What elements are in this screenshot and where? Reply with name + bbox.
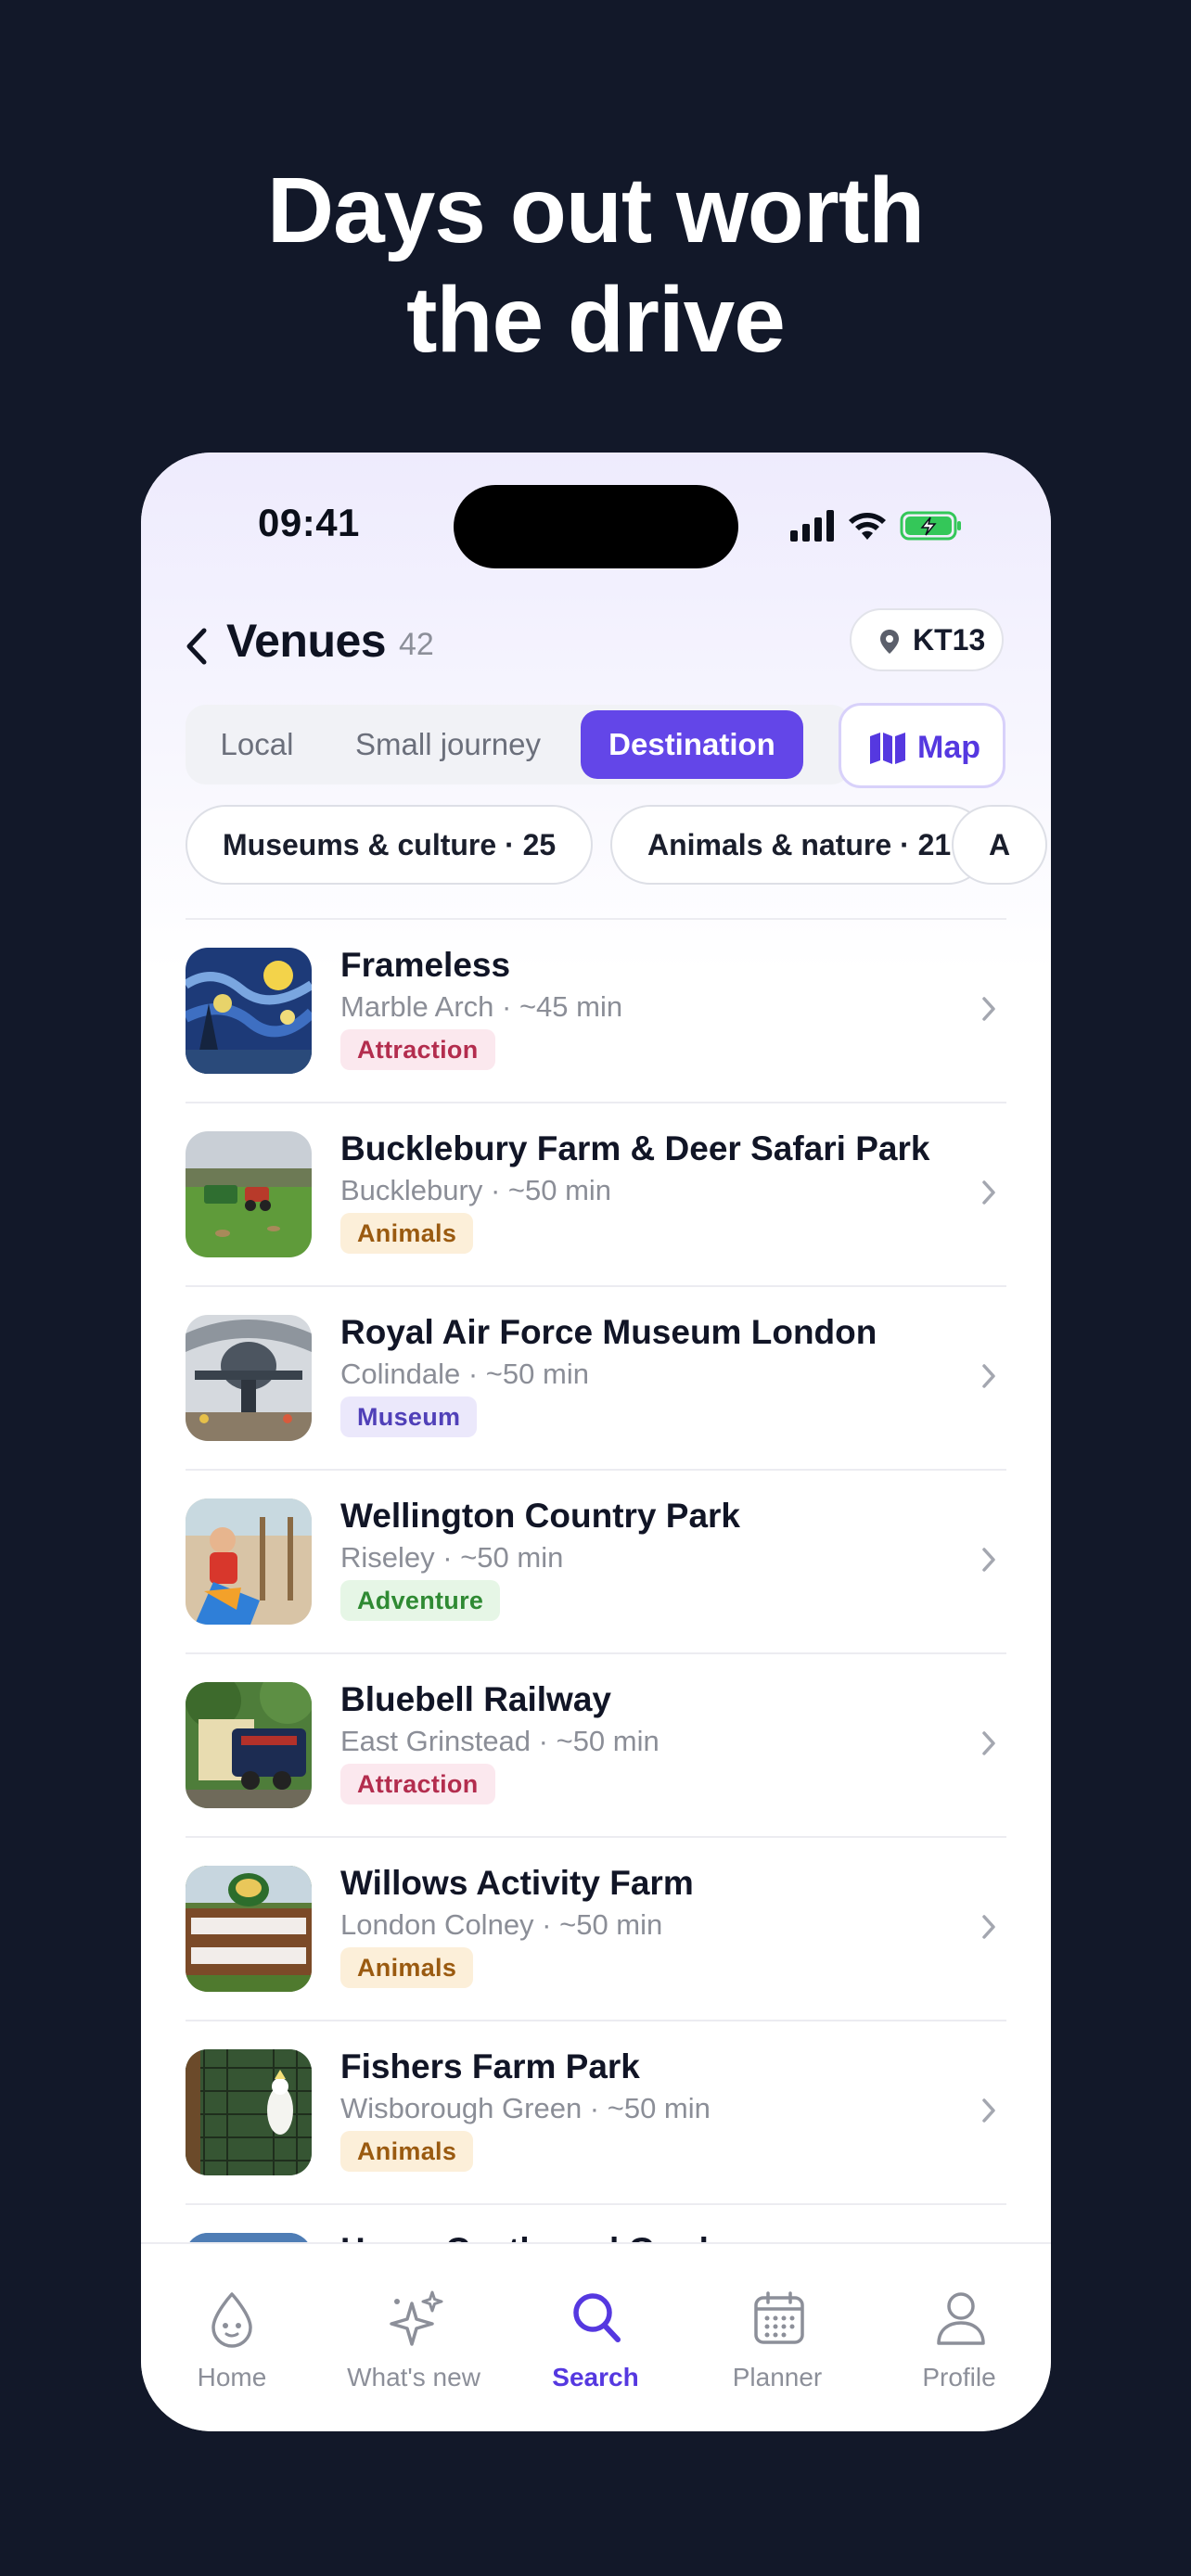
tab-label: Search — [552, 2363, 639, 2391]
promo-headline: Days out worth the drive — [0, 156, 1191, 375]
venue-thumbnail — [186, 1131, 312, 1257]
chevron-right-icon — [982, 1731, 995, 1755]
dynamic-island — [454, 485, 738, 568]
venue-name: Willows Activity Farm — [340, 1864, 694, 1902]
page-header: Venues 42 KT13 — [141, 608, 1051, 682]
venue-name: Bucklebury Farm & Deer Safari Park — [340, 1129, 930, 1167]
category-chip-row: Museums & culture · 25 Animals & nature … — [186, 805, 1051, 888]
venue-name: Wellington Country Park — [340, 1497, 741, 1535]
venue-subtitle: London Colney · ~50 min — [340, 1908, 663, 1941]
list-item[interactable]: Fishers Farm Park Wisborough Green · ~50… — [186, 2021, 1006, 2203]
list-item[interactable]: Bucklebury Farm & Deer Safari Park Buckl… — [186, 1103, 1006, 1285]
venue-subtitle: Riseley · ~50 min — [340, 1541, 564, 1574]
tab-planner[interactable]: Planner — [686, 2244, 868, 2431]
category-badge: Animals — [340, 2131, 474, 2172]
venue-name: Bluebell Railway — [340, 1680, 611, 1718]
venue-thumbnail — [186, 2049, 312, 2175]
chevron-right-icon — [982, 997, 995, 1021]
status-bar: 09:41 — [141, 453, 1051, 592]
tab-profile[interactable]: Profile — [868, 2244, 1050, 2431]
venue-subtitle: Bucklebury · ~50 min — [340, 1174, 612, 1206]
chevron-left-icon[interactable] — [176, 621, 217, 671]
segment-local[interactable]: Local — [204, 710, 310, 779]
venue-subtitle: Colindale · ~50 min — [340, 1358, 589, 1390]
venue-thumbnail — [186, 1315, 312, 1441]
droplet-face-icon — [211, 2292, 252, 2348]
tab-label: What's new — [347, 2363, 480, 2391]
map-button[interactable]: Map — [839, 703, 1005, 788]
venue-count: 42 — [399, 627, 434, 662]
tab-home[interactable]: Home — [141, 2244, 323, 2431]
venue-subtitle: East Grinstead · ~50 min — [340, 1725, 660, 1757]
search-icon — [573, 2293, 621, 2342]
list-item[interactable]: Royal Air Force Museum London Colindale … — [186, 1287, 1006, 1469]
tab-label: Profile — [922, 2363, 996, 2391]
category-badge: Animals — [340, 1947, 474, 1988]
chip-museums-culture[interactable]: Museums & culture · 25 — [186, 805, 594, 885]
category-badge: Attraction — [340, 1764, 495, 1804]
headline-line-2: the drive — [406, 268, 786, 372]
list-item[interactable]: Wellington Country Park Riseley · ~50 mi… — [186, 1471, 1006, 1652]
chip-animals-nature[interactable]: Animals & nature · 21 — [610, 805, 989, 885]
venue-name: Fishers Farm Park — [340, 2047, 640, 2085]
list-item[interactable]: Bluebell Railway East Grinstead · ~50 mi… — [186, 1654, 1006, 1836]
sparkles-icon — [390, 2290, 443, 2346]
list-item[interactable]: Willows Activity Farm London Colney · ~5… — [186, 1838, 1006, 2020]
category-badge: Adventure — [340, 1580, 501, 1621]
venue-thumbnail — [186, 1498, 312, 1625]
venue-thumbnail — [186, 1866, 312, 1992]
cellular-signal-icon — [790, 510, 834, 542]
person-icon — [937, 2292, 985, 2345]
segment-destination[interactable]: Destination — [581, 710, 803, 779]
segment-small-journey[interactable]: Small journey — [325, 710, 571, 779]
chip-more[interactable]: A — [952, 805, 1048, 885]
phone-screen: 09:41 Venues 42 KT13 Local Small journey… — [141, 453, 1051, 2431]
category-badge: Museum — [340, 1396, 478, 1437]
tab-whats-new[interactable]: What's new — [323, 2244, 505, 2431]
wifi-icon — [849, 513, 886, 540]
tab-label: Planner — [732, 2363, 823, 2391]
headline-line-1: Days out worth — [266, 159, 925, 262]
category-badge: Attraction — [340, 1029, 495, 1070]
venue-subtitle: Wisborough Green · ~50 min — [340, 2092, 711, 2124]
category-badge: Animals — [340, 1213, 474, 1254]
distance-segmented-control: Local Small journey Destination — [186, 705, 852, 784]
tab-search[interactable]: Search — [505, 2244, 686, 2431]
chevron-right-icon — [982, 1180, 995, 1205]
venue-thumbnail — [186, 948, 312, 1074]
location-pin-icon — [880, 630, 899, 654]
page-title: Venues — [226, 615, 387, 667]
battery-charging-icon — [900, 511, 961, 541]
map-icon — [870, 733, 905, 764]
venue-name: Royal Air Force Museum London — [340, 1313, 877, 1351]
tab-label: Home — [197, 2363, 267, 2391]
bottom-tab-bar: Home What's new Search Planner Profile — [141, 2242, 1051, 2431]
chevron-right-icon — [982, 1915, 995, 1939]
venue-subtitle: Marble Arch · ~45 min — [340, 990, 623, 1023]
venue-thumbnail — [186, 1682, 312, 1808]
calendar-icon — [754, 2291, 804, 2344]
list-item[interactable]: Frameless Marble Arch · ~45 min Attracti… — [186, 920, 1006, 1102]
location-button[interactable]: KT13 — [850, 608, 1004, 671]
location-label: KT13 — [913, 623, 986, 657]
chevron-right-icon — [982, 1364, 995, 1388]
chevron-right-icon — [982, 2098, 995, 2123]
map-button-label: Map — [917, 730, 980, 765]
status-time: 09:41 — [258, 501, 360, 544]
venue-name: Frameless — [340, 946, 511, 984]
chevron-right-icon — [982, 1548, 995, 1572]
